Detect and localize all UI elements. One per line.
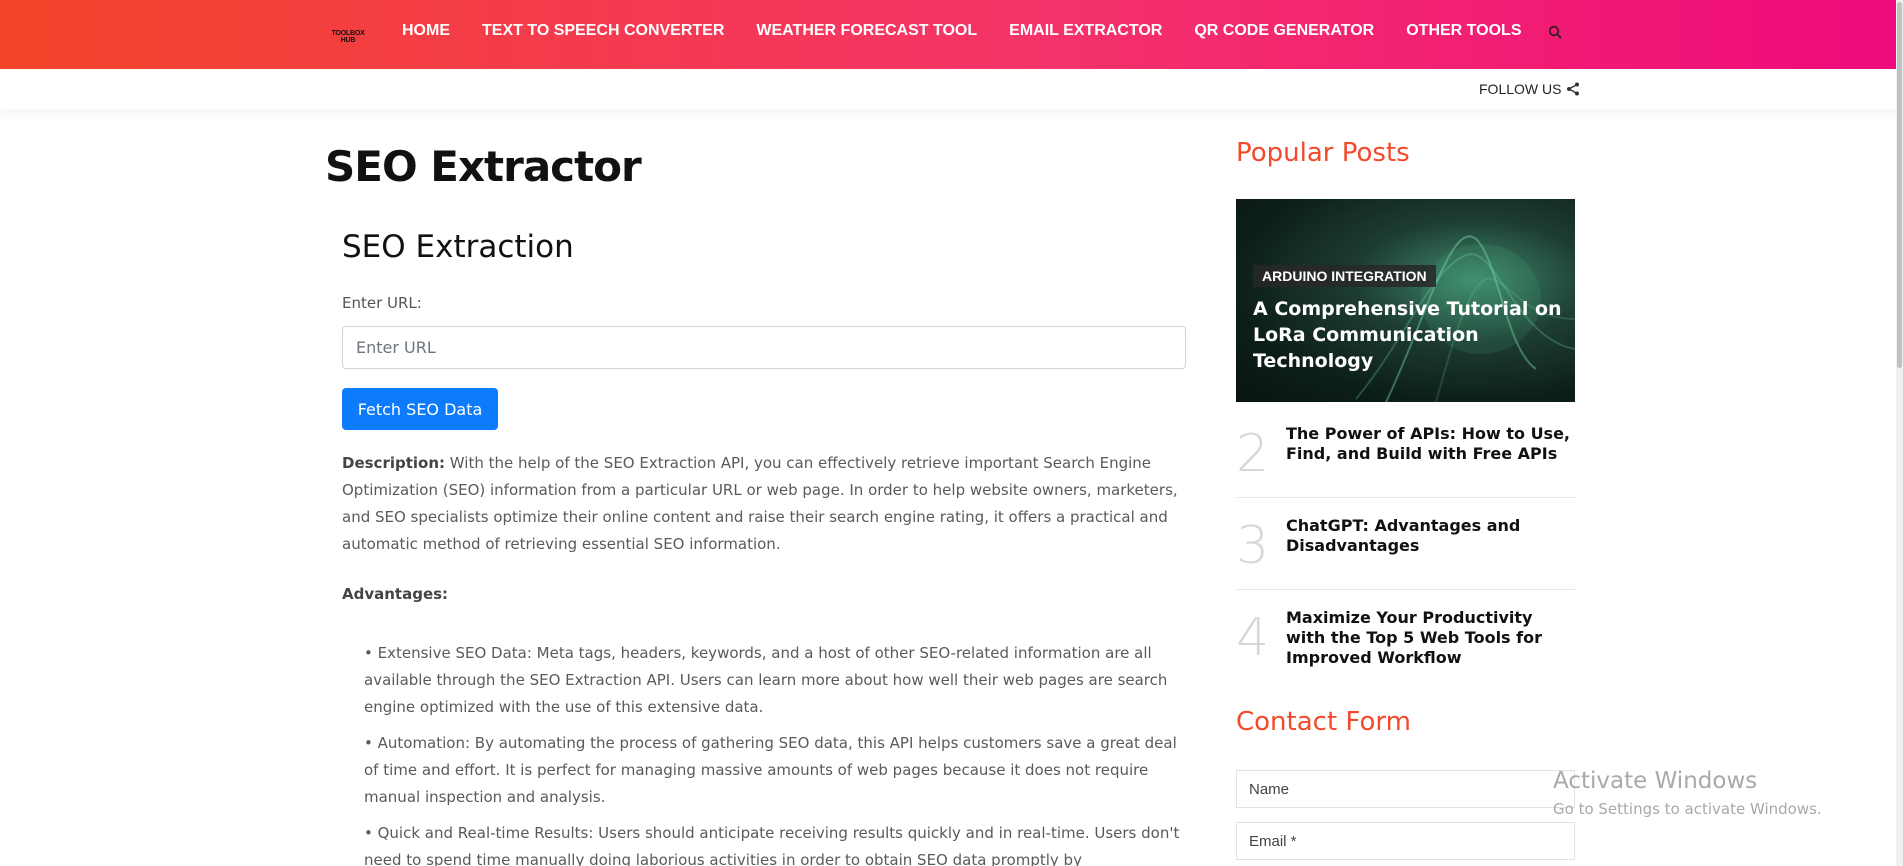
url-input[interactable] <box>342 326 1186 369</box>
contact-email-input[interactable] <box>1236 822 1575 860</box>
watermark-line-1: Activate Windows <box>1553 768 1758 794</box>
nav-qr-code-generator[interactable]: QR CODE GENERATOR <box>1194 22 1374 40</box>
post-title[interactable]: Maximize Your Productivity with the Top … <box>1286 608 1576 668</box>
sub-bar <box>0 69 1903 109</box>
follow-us[interactable]: FOLLOW US <box>1479 81 1580 97</box>
description-text: With the help of the SEO Extraction API,… <box>342 454 1178 553</box>
post-title[interactable]: The Power of APIs: How to Use, Find, and… <box>1286 424 1576 464</box>
advantage-item: • Extensive SEO Data: Meta tags, headers… <box>364 644 1168 716</box>
contact-form-title: Contact Form <box>1236 707 1411 737</box>
share-icon <box>1567 82 1580 96</box>
nav-weather-forecast[interactable]: WEATHER FORECAST TOOL <box>756 22 977 40</box>
scrollbar-thumb[interactable] <box>1897 2 1902 368</box>
nav-text-to-speech[interactable]: TEXT TO SPEECH CONVERTER <box>482 22 724 40</box>
windows-activation-watermark: Activate Windows Go to Settings to activ… <box>1553 768 1822 818</box>
post-number: 3 <box>1236 516 1270 576</box>
url-label: Enter URL: <box>342 294 422 312</box>
page-title: SEO Extractor <box>325 142 642 191</box>
fetch-seo-data-button[interactable]: Fetch SEO Data <box>342 388 498 430</box>
popular-posts-title: Popular Posts <box>1236 138 1410 168</box>
watermark-line-2: Go to Settings to activate Windows. <box>1553 800 1822 818</box>
popular-post-item[interactable]: 4 Maximize Your Productivity with the To… <box>1236 600 1575 670</box>
logo-line-1: TOOLBOX <box>331 30 365 37</box>
post-number: 4 <box>1236 608 1270 668</box>
advantages-heading: Advantages: <box>342 585 449 603</box>
description-label: Description: <box>342 454 446 472</box>
featured-post-title[interactable]: A Comprehensive Tutorial on LoRa Communi… <box>1253 296 1573 374</box>
description: Description: With the help of the SEO Ex… <box>342 450 1187 558</box>
contact-name-input[interactable] <box>1236 770 1575 808</box>
advantages-list: • Extensive SEO Data: Meta tags, headers… <box>364 640 1186 866</box>
advantage-item: • Quick and Real-time Results: Users sho… <box>364 824 1180 866</box>
nav-email-extractor[interactable]: EMAIL EXTRACTOR <box>1009 22 1162 40</box>
featured-post-tag[interactable]: ARDUINO INTEGRATION <box>1253 265 1436 287</box>
nav-home[interactable]: HOME <box>402 22 450 40</box>
popular-post-item[interactable]: 3 ChatGPT: Advantages and Disadvantages <box>1236 508 1575 590</box>
section-title: SEO Extraction <box>342 229 574 265</box>
featured-post[interactable]: ARDUINO INTEGRATION A Comprehensive Tuto… <box>1236 199 1575 402</box>
main-nav: HOME TEXT TO SPEECH CONVERTER WEATHER FO… <box>402 22 1553 40</box>
post-number: 2 <box>1236 424 1270 484</box>
logo-line-2: HUB <box>340 37 356 44</box>
search-icon[interactable] <box>1548 25 1563 40</box>
post-title[interactable]: ChatGPT: Advantages and Disadvantages <box>1286 516 1576 556</box>
follow-us-label: FOLLOW US <box>1479 81 1562 97</box>
nav-other-tools[interactable]: OTHER TOOLS <box>1406 22 1521 40</box>
advantage-item: • Automation: By automating the process … <box>364 734 1177 806</box>
site-logo[interactable]: TOOLBOX HUB <box>328 30 368 44</box>
popular-post-item[interactable]: 2 The Power of APIs: How to Use, Find, a… <box>1236 416 1575 498</box>
